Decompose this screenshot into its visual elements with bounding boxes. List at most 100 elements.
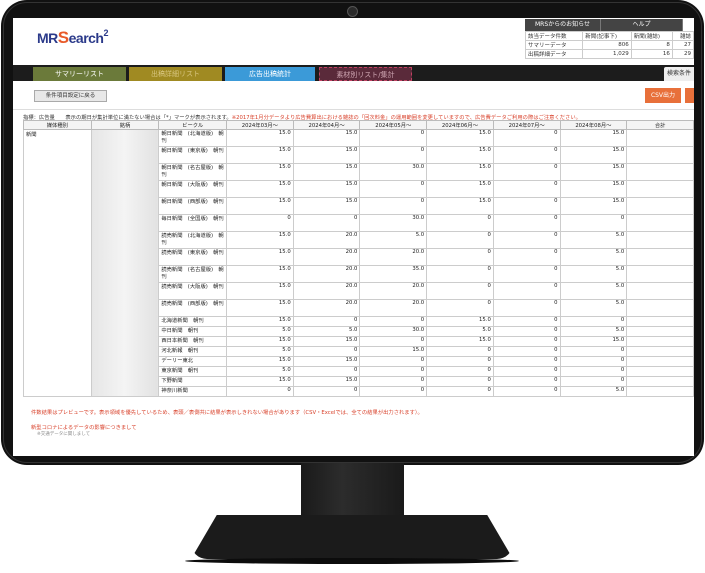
value-cell: 5.0 <box>426 326 494 337</box>
value-cell: 0 <box>292 366 361 377</box>
value-cell: 30.0 <box>359 163 428 181</box>
value-cell: 15.0 <box>226 146 294 164</box>
value-cell: 20.0 <box>292 299 361 317</box>
value-cell: 0 <box>492 316 561 327</box>
value-cell: 15.0 <box>559 146 628 164</box>
tab-material-list[interactable]: 素材別リスト/集計 <box>319 67 412 81</box>
value-cell: 15.0 <box>426 336 494 347</box>
logo-sup-text: 2 <box>103 28 108 38</box>
value-cell: 35.0 <box>359 265 428 283</box>
search-conditions-button[interactable]: 検索条件 <box>664 67 694 81</box>
value-cell: 30.0 <box>359 326 428 337</box>
covid-notice-link[interactable]: 新型コロナによるデータの影響につきまして <box>31 423 137 431</box>
stats-value: 27 <box>671 40 694 50</box>
value-cell: 0 <box>426 248 494 266</box>
value-cell: 0 <box>359 366 428 377</box>
value-cell: 0 <box>426 282 494 300</box>
value-cell: 0 <box>359 197 428 215</box>
monitor-stand-neck <box>301 463 404 517</box>
vehicle-cell: 朝日新聞 (大阪版) 朝刊 <box>158 180 228 198</box>
transport-notice-link[interactable]: ※交通データに関しまして <box>37 431 90 437</box>
value-cell: 0 <box>492 336 561 347</box>
stats-label: サマリーデータ <box>524 40 584 50</box>
value-cell: 20.0 <box>359 282 428 300</box>
stats-header-cell: 新聞(記事下) <box>582 31 632 41</box>
value-cell: 5.0 <box>559 231 628 249</box>
column-header: 媒体種別 <box>23 120 92 130</box>
value-cell: 15.0 <box>292 376 361 387</box>
total-cell <box>626 336 694 347</box>
total-cell <box>626 326 694 337</box>
value-cell: 0 <box>426 299 494 317</box>
table-header-row: 媒体種別 銘柄 ビークル 2024年03月～ 2024年04月～ 2024年05月～ 202… <box>23 120 694 130</box>
value-cell: 0 <box>292 386 361 397</box>
vehicle-cell: 東京新聞 朝刊 <box>158 366 228 377</box>
logo-s-text: S <box>57 28 69 47</box>
value-cell: 0 <box>426 346 494 357</box>
webcam-icon <box>347 6 358 17</box>
total-cell <box>626 346 694 357</box>
value-cell: 5.0 <box>559 386 628 397</box>
value-cell: 20.0 <box>292 265 361 283</box>
value-cell: 5.0 <box>559 299 628 317</box>
logo-main-text: MR <box>37 30 58 46</box>
value-cell: 5.0 <box>226 326 294 337</box>
column-header: 2024年03月～ <box>226 120 294 130</box>
nav-help[interactable]: ヘルプ <box>601 19 684 31</box>
tab-bar: サマリーリスト 出稿詳細リスト 広告出稿統計 素材別リスト/集計 検索条件 <box>13 65 694 81</box>
value-cell: 15.0 <box>226 336 294 347</box>
value-cell: 0 <box>492 214 561 232</box>
monitor-stand-base <box>191 515 513 559</box>
value-cell: 15.0 <box>292 336 361 347</box>
value-cell: 0 <box>426 386 494 397</box>
toolbar: 条件項目設定に戻る CSV出力 <box>13 82 694 110</box>
data-count-table: 該当データ件数 新聞(記事下) 新聞(雑誌) 雑誌 サマリーデータ 806 8 … <box>524 31 694 59</box>
value-cell: 0 <box>426 231 494 249</box>
value-cell: 0 <box>359 386 428 397</box>
value-cell: 5.0 <box>559 326 628 337</box>
tab-summary-list[interactable]: サマリーリスト <box>33 67 126 81</box>
value-cell: 0 <box>492 197 561 215</box>
vehicle-cell: 神奈川新聞 <box>158 386 228 397</box>
vehicle-cell: 下野新聞 <box>158 376 228 387</box>
vehicle-cell: 中日新聞 朝刊 <box>158 326 228 337</box>
value-cell: 0 <box>492 346 561 357</box>
vehicle-cell: 河北新報 朝刊 <box>158 346 228 357</box>
total-cell <box>626 163 694 181</box>
total-cell <box>626 248 694 266</box>
value-cell: 15.0 <box>426 129 494 147</box>
nav-announcements[interactable]: MRSからのお知らせ <box>525 19 602 31</box>
value-cell: 30.0 <box>359 214 428 232</box>
back-to-settings-button[interactable]: 条件項目設定に戻る <box>34 90 107 102</box>
tab-ad-statistics[interactable]: 広告出稿統計 <box>225 67 315 81</box>
csv-export-button[interactable]: CSV出力 <box>645 88 681 103</box>
value-cell: 15.0 <box>559 336 628 347</box>
value-cell: 5.0 <box>226 346 294 357</box>
total-cell <box>626 231 694 249</box>
vehicle-cell: 毎日新聞 (全国版) 朝刊 <box>158 214 228 232</box>
value-cell: 15.0 <box>226 265 294 283</box>
stats-label: 出稿詳細データ <box>524 49 584 59</box>
value-cell: 15.0 <box>226 282 294 300</box>
column-header: 合計 <box>626 120 694 130</box>
total-cell <box>626 265 694 283</box>
value-cell: 0 <box>226 214 294 232</box>
value-cell: 0 <box>226 386 294 397</box>
excel-export-button[interactable] <box>685 88 694 103</box>
value-cell: 15.0 <box>226 248 294 266</box>
total-cell <box>626 180 694 198</box>
app-logo[interactable]: MRSearch2 <box>37 28 108 48</box>
value-cell: 0 <box>492 129 561 147</box>
brand-cell <box>90 129 160 397</box>
stats-value: 1,029 <box>582 49 632 59</box>
value-cell: 5.0 <box>559 282 628 300</box>
value-cell: 0 <box>492 231 561 249</box>
total-cell <box>626 366 694 377</box>
value-cell: 0 <box>426 356 494 367</box>
value-cell: 0 <box>492 265 561 283</box>
value-cell: 15.0 <box>226 299 294 317</box>
value-cell: 0 <box>492 356 561 367</box>
tab-detail-list[interactable]: 出稿詳細リスト <box>129 67 222 81</box>
vehicle-cell: デーリー東北 <box>158 356 228 367</box>
vehicle-cell: 朝日新聞 (東京版) 朝刊 <box>158 146 228 164</box>
